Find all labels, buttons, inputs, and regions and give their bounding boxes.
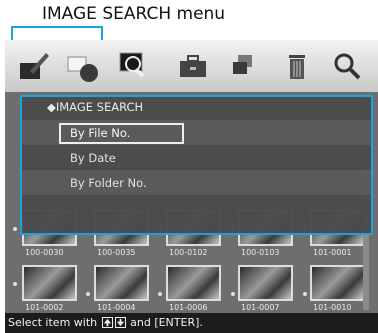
trash-icon[interactable]: [277, 46, 317, 86]
magnifier-icon[interactable]: [327, 46, 367, 86]
thumbnail-label: 101-0001: [313, 248, 352, 257]
palette-icon[interactable]: [63, 46, 103, 86]
thumbnail[interactable]: [22, 265, 77, 301]
thumbnail-label: 100-0030: [25, 248, 64, 257]
menu-highlight-frame: [20, 95, 373, 235]
thumbnail[interactable]: [238, 265, 293, 301]
search-image-icon[interactable]: [113, 46, 153, 86]
pen-icon[interactable]: [13, 46, 53, 86]
thumbnail-label: 100-0103: [241, 248, 280, 257]
thumbnail-label: 101-0004: [97, 303, 136, 312]
thumbnail-label: 101-0002: [25, 303, 64, 312]
protect-dot: [231, 292, 235, 296]
protect-dot: [86, 292, 90, 296]
annotation-title: IMAGE SEARCH menu: [42, 4, 226, 24]
copy-icon[interactable]: [223, 46, 263, 86]
status-bar: Select item with and [ENTER].: [5, 313, 378, 333]
thumbnail-label: 100-0035: [97, 248, 136, 257]
toolbox-icon[interactable]: [173, 46, 213, 86]
protect-dot: [158, 292, 162, 296]
status-message: Select item with and [ENTER].: [8, 316, 203, 329]
status-suffix: and [ENTER].: [126, 316, 203, 329]
callout-line-horizontal-top: [13, 26, 103, 28]
thumbnail[interactable]: [310, 265, 365, 301]
arrow-down-key-icon: [114, 317, 126, 328]
thumbnail-label: 101-0006: [169, 303, 208, 312]
thumbnail[interactable]: [94, 265, 149, 301]
status-prefix: Select item with: [8, 316, 101, 329]
thumbnail[interactable]: [166, 265, 221, 301]
toolbar: [5, 40, 378, 92]
thumbnail-label: 101-0010: [313, 303, 352, 312]
arrow-up-key-icon: [101, 317, 113, 328]
protect-dot: [13, 227, 17, 231]
protect-dot: [303, 292, 307, 296]
camera-screen: 100-0030 100-0035 100-0102 100-0103 101-…: [5, 40, 378, 333]
thumbnail-label: 100-0102: [169, 248, 208, 257]
thumbnail-label: 101-0007: [241, 303, 280, 312]
protect-dot: [13, 282, 17, 286]
